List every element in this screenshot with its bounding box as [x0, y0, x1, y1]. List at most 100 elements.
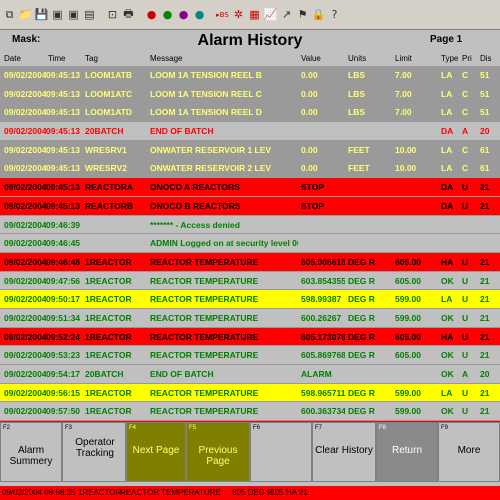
ack-icon[interactable]: ⊡ — [105, 6, 120, 24]
drive-icon[interactable]: ▣ — [50, 6, 65, 24]
col-pri[interactable]: Pri — [462, 54, 472, 63]
function-key-bar: F2 Alarm Summery F3 Operator Tracking F4 Next… — [0, 422, 500, 482]
table-row[interactable]: 09/02/2004 09:50:17 1REACTOR REACTOR TEMPER… — [0, 290, 500, 309]
drive-icon-2[interactable]: ▣ — [66, 6, 81, 24]
fkey-button-f4[interactable]: F4 Next Page — [126, 422, 186, 482]
col-message[interactable]: Message — [150, 54, 182, 63]
status-message: REACTOR TEMPERATURE — [120, 488, 221, 497]
cell-message: ADMIN Logged on at security level 00 — [150, 238, 298, 249]
col-limit[interactable]: Limit — [395, 54, 412, 63]
col-units[interactable]: Units — [348, 54, 366, 63]
bs-icon[interactable]: ▸BS — [215, 6, 230, 24]
cell-limit: 605.00 — [395, 275, 421, 286]
flag-icon[interactable]: ⚑ — [295, 6, 310, 24]
table-row[interactable]: 09/02/2004 09:52:24 1REACTOR REACTOR TEMPER… — [0, 327, 500, 347]
alarm-purple-icon[interactable]: ● — [176, 6, 191, 24]
col-time[interactable]: Time — [48, 54, 65, 63]
fkey-button-f3[interactable]: F3 Operator Tracking — [62, 422, 126, 482]
table-row[interactable]: 09/02/2004 09:46:48 1REACTOR REACTOR TEMPER… — [0, 252, 500, 272]
table-row[interactable]: 09/02/2004 09:45:13 WRESRV2 ONWATER RESERVO… — [0, 159, 500, 179]
cell-tag: 1REACTOR — [85, 331, 132, 342]
cell-value: 598.965711 — [301, 387, 345, 398]
cell-tag: WRESRV2 — [85, 163, 127, 174]
fkey-button-f9[interactable]: F9 More — [438, 422, 500, 482]
table-row[interactable]: 09/02/2004 09:53:23 1REACTOR REACTOR TEMPER… — [0, 346, 500, 365]
cell-message: END OF BATCH — [150, 369, 214, 379]
chip-icon[interactable]: ▤ — [82, 6, 97, 24]
table-row[interactable]: 09/02/2004 09:51:34 1REACTOR REACTOR TEMPER… — [0, 308, 500, 328]
cell-pri: U — [462, 350, 469, 361]
cell-pri: A — [462, 126, 469, 137]
col-value[interactable]: Value — [301, 54, 321, 63]
cell-units: DEG R — [348, 331, 375, 342]
cell-type: LA — [441, 70, 453, 80]
col-date[interactable]: Date — [4, 54, 46, 63]
cell-units: DEG R — [348, 256, 375, 267]
cell-time: 09:45:13 — [46, 88, 81, 99]
cell-time: 09:50:17 — [46, 294, 81, 305]
table-row[interactable]: 09/02/2004 09:47:56 1REACTOR REACTOR TEMPER… — [0, 271, 500, 291]
cell-value: STOP — [301, 182, 324, 193]
cell-dis: 21 — [480, 350, 490, 361]
fkey-button-f5[interactable]: F5 Previous Page — [186, 422, 250, 482]
cell-message: REACTOR TEMPERATURE — [150, 294, 259, 305]
mask-icon[interactable]: ⧉ — [2, 6, 17, 24]
table-row[interactable]: 09/02/2004 09:46:39 ******* - Access denie… — [0, 215, 500, 235]
status-datetime: 09/02/2004 09:58:35 — [2, 488, 76, 497]
lock-icon[interactable]: 🔒 — [311, 6, 326, 24]
table-row[interactable]: 09/02/2004 09:45:13 LOOM1ATC LOOM 1A TENSIO… — [0, 84, 500, 104]
table-row[interactable]: 09/02/2004 09:45:13 REACTORA ONOCO A REACTO… — [0, 178, 500, 197]
cell-limit: 605.00 — [395, 350, 421, 361]
alarm-green-icon[interactable]: ● — [160, 6, 175, 24]
settings-icon[interactable]: ✲ — [231, 6, 246, 24]
status-type: 605 — [270, 488, 284, 497]
status-value: 605 DEG R — [232, 488, 273, 497]
cell-units: LBS — [348, 107, 365, 118]
cell-time: 09:53:23 — [46, 350, 81, 361]
cell-type: OK — [441, 350, 454, 361]
page-title: Alarm History — [197, 32, 303, 49]
table-row[interactable]: 09/02/2004 09:45:13 REACTORB ONOCO B REACTO… — [0, 196, 500, 216]
floppy-icon[interactable]: 💾 — [34, 6, 49, 24]
folder-icon[interactable]: 📁 — [18, 6, 33, 24]
fkey-number: F8 — [379, 425, 387, 431]
table-row[interactable]: 09/02/2004 09:45:13 LOOM1ATB LOOM 1A TENSIO… — [0, 66, 500, 85]
cell-tag: REACTORA — [85, 182, 134, 193]
cell-dis: 51 — [480, 88, 490, 99]
arrow-icon[interactable]: ↗ — [279, 6, 294, 24]
table-icon[interactable]: ▦ — [247, 6, 262, 24]
table-row[interactable]: 09/02/2004 09:46:45 ADMIN Logged on at sec… — [0, 234, 500, 253]
col-dis[interactable]: Dis — [480, 54, 492, 63]
fkey-button-f7[interactable]: F7 Clear History — [312, 422, 376, 482]
cell-dis: 51 — [480, 70, 490, 80]
cell-date: 09/02/2004 — [4, 219, 46, 230]
help-icon[interactable]: ? — [327, 6, 342, 24]
cell-units: DEG R — [348, 350, 375, 361]
fkey-number: F2 — [3, 425, 11, 431]
alarm-teal-icon[interactable]: ● — [192, 6, 207, 24]
toolbar-separator — [137, 6, 143, 24]
col-type[interactable]: Type — [441, 54, 458, 63]
fkey-button-f2[interactable]: F2 Alarm Summery — [0, 422, 62, 482]
cell-value: 605.005618 — [301, 256, 345, 267]
cell-date: 09/02/2004 — [4, 88, 46, 99]
cell-tag: LOOM1ATC — [85, 88, 133, 99]
fkey-button-f8[interactable]: F8 Return — [376, 422, 438, 482]
cell-message: REACTOR TEMPERATURE — [150, 331, 259, 342]
cell-type: LA — [441, 163, 453, 174]
chart-icon[interactable]: 📈 — [263, 6, 278, 24]
fkey-button-f6[interactable]: F6 — [250, 422, 312, 482]
print-icon[interactable]: 🖶 — [121, 6, 136, 24]
table-row[interactable]: 09/02/2004 09:54:17 20BATCH END OF BATCH ALA… — [0, 365, 500, 384]
cell-type: LA — [441, 294, 453, 305]
col-tag[interactable]: Tag — [85, 54, 98, 63]
cell-dis: 20 — [480, 126, 490, 137]
table-row[interactable]: 09/02/2004 09:57:50 1REACTOR REACTOR TEMPER… — [0, 402, 500, 422]
table-row[interactable]: 09/02/2004 09:56:15 1REACTOR REACTOR TEMPER… — [0, 383, 500, 403]
table-row[interactable]: 09/02/2004 09:45:13 WRESRV1 ONWATER RESERVO… — [0, 140, 500, 160]
alarm-red-icon[interactable]: ● — [144, 6, 159, 24]
cell-type: OK — [441, 406, 454, 417]
table-row[interactable]: 09/02/2004 09:45:13 LOOM1ATD LOOM 1A TENSIO… — [0, 103, 500, 123]
table-row[interactable]: 09/02/2004 09:45:13 20BATCH END OF BATCH DA A… — [0, 122, 500, 141]
cell-tag: 1REACTOR — [85, 387, 132, 398]
